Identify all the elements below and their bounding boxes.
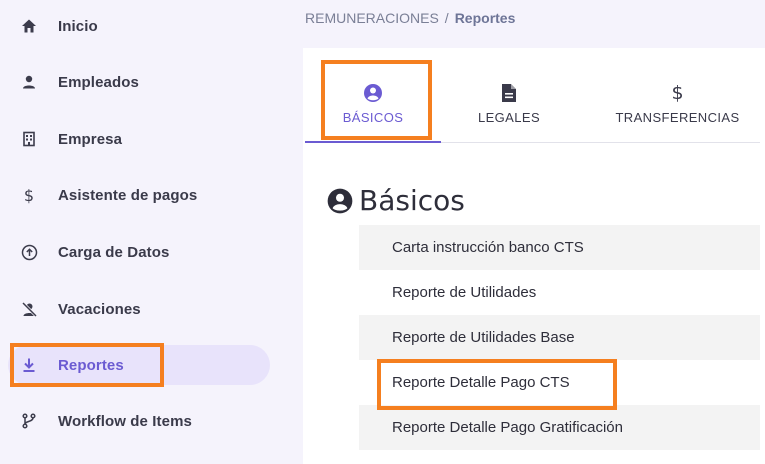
report-item-carta-instruccion-banco-cts[interactable]: Carta instrucción banco CTS (359, 225, 760, 270)
document-icon (498, 82, 520, 104)
breadcrumb-separator: / (444, 10, 449, 26)
sidebar: Inicio Empleados Empresa $ Asistente de … (0, 0, 303, 464)
tab-transferencias[interactable]: $ TRANSFERENCIAS (595, 60, 760, 142)
sidebar-item-label: Vacaciones (58, 300, 141, 318)
sidebar-item-vacaciones[interactable]: Vacaciones (0, 287, 300, 331)
breadcrumb-section[interactable]: REMUNERACIONES (305, 10, 439, 26)
report-item-reporte-detalle-pago-gratificacion[interactable]: Reporte Detalle Pago Gratificación (359, 405, 760, 450)
report-item-reporte-de-utilidades[interactable]: Reporte de Utilidades (359, 270, 760, 315)
sidebar-item-label: Workflow de Items (58, 412, 192, 430)
sidebar-item-asistente-de-pagos[interactable]: $ Asistente de pagos (0, 173, 300, 217)
dollar-icon: $ (671, 81, 684, 104)
home-icon (18, 15, 40, 37)
sidebar-item-carga-de-datos[interactable]: Carga de Datos (0, 230, 300, 274)
sidebar-item-label: Asistente de pagos (58, 186, 198, 204)
report-item-reporte-de-utilidades-base[interactable]: Reporte de Utilidades Base (359, 315, 760, 360)
sidebar-item-inicio[interactable]: Inicio (0, 4, 300, 48)
person-off-icon (18, 298, 40, 320)
tabs-divider (441, 142, 760, 143)
sidebar-item-label: Carga de Datos (58, 243, 170, 261)
sidebar-item-empresa[interactable]: Empresa (0, 117, 300, 161)
highlight-box-basicos (321, 60, 432, 140)
person-icon (18, 71, 40, 93)
sidebar-item-label: Empresa (58, 130, 123, 148)
report-list: Carta instrucción banco CTS Reporte de U… (359, 225, 760, 450)
active-tab-indicator (305, 141, 441, 143)
upload-circle-icon (18, 241, 40, 263)
tab-label: TRANSFERENCIAS (615, 109, 740, 125)
branch-icon (18, 410, 40, 432)
section-title: Básicos (359, 184, 465, 217)
building-icon (18, 128, 40, 150)
breadcrumb-current: Reportes (454, 10, 516, 26)
sidebar-item-label: Empleados (58, 73, 139, 91)
top-bar: REMUNERACIONES / Reportes (303, 0, 765, 48)
breadcrumb: REMUNERACIONES / Reportes (305, 10, 515, 26)
highlight-box-detalle-pago-cts (377, 359, 617, 410)
user-circle-icon (327, 188, 353, 214)
tab-label: LEGALES (477, 109, 541, 125)
sidebar-item-label: Inicio (58, 17, 98, 35)
tab-legales[interactable]: LEGALES (441, 60, 577, 142)
highlight-box-reportes (10, 343, 164, 387)
section-header: Básicos (327, 184, 465, 217)
sidebar-item-empleados[interactable]: Empleados (0, 60, 300, 104)
dollar-icon: $ (23, 185, 35, 205)
sidebar-item-workflow-de-items[interactable]: Workflow de Items (0, 399, 300, 443)
